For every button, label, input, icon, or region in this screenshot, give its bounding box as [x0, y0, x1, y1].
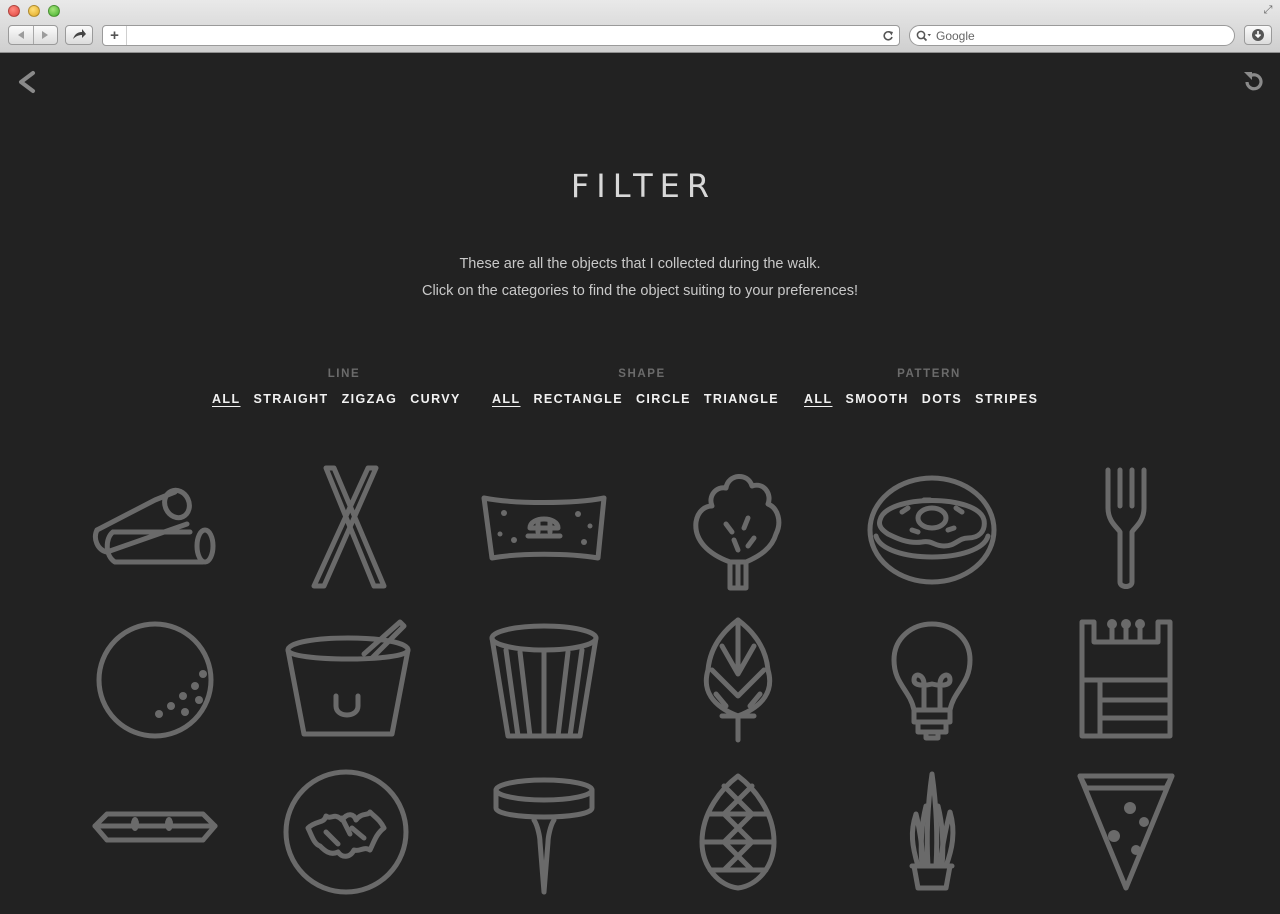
matchbox-icon [1079, 619, 1173, 739]
pushpin-icon [493, 777, 595, 895]
reset-icon[interactable] [1241, 70, 1265, 94]
filter-shape-all[interactable]: ALL [492, 392, 521, 406]
filter-line-straight[interactable]: STRAIGHT [254, 392, 329, 406]
filter-line-all[interactable]: ALL [212, 392, 241, 406]
object-pizza-slice[interactable] [1056, 762, 1196, 902]
ball-icon [96, 621, 214, 739]
donut-icon [867, 475, 997, 585]
back-arrow-icon[interactable] [16, 70, 38, 94]
filter-pattern-all[interactable]: ALL [804, 392, 833, 406]
filter-label-shape: SHAPE [618, 368, 666, 380]
object-ball[interactable] [85, 610, 225, 750]
filter-options-shape: ALL RECTANGLE CIRCLE TRIANGLE [492, 392, 779, 406]
page-content: FILTER These are all the objects that I … [0, 54, 1280, 914]
url-input[interactable] [127, 26, 877, 45]
candy-bar-icon [92, 811, 218, 843]
object-plant[interactable] [862, 762, 1002, 902]
browser-back-button[interactable] [9, 26, 33, 44]
filter-shape-rectangle[interactable]: RECTANGLE [534, 392, 623, 406]
object-pinecone[interactable] [668, 762, 808, 902]
object-candy-bar[interactable] [85, 762, 225, 902]
lightbulb-icon [891, 621, 973, 741]
address-bar: + [102, 25, 900, 46]
object-donut[interactable] [862, 458, 1002, 598]
banknote-icon [481, 495, 607, 561]
object-pipes[interactable] [85, 458, 225, 598]
share-button[interactable] [65, 25, 93, 45]
object-fork[interactable] [1056, 458, 1196, 598]
plant-icon [909, 771, 956, 891]
browser-forward-button[interactable] [32, 26, 58, 44]
object-cup[interactable] [276, 610, 416, 750]
pizza-slice-icon [1077, 773, 1175, 891]
filter-label-pattern: PATTERN [897, 368, 961, 380]
pinecone-icon [699, 773, 777, 891]
minimize-window-button[interactable] [28, 5, 40, 17]
object-matchbox[interactable] [1056, 610, 1196, 750]
page-title: FILTER [570, 167, 717, 205]
object-chopsticks[interactable] [276, 458, 416, 598]
filter-pattern-smooth[interactable]: SMOOTH [846, 392, 909, 406]
browser-toolbar: ⤢ + [0, 0, 1280, 53]
object-leaf-badge[interactable] [276, 762, 416, 902]
filter-shape-circle[interactable]: CIRCLE [636, 392, 691, 406]
close-window-button[interactable] [8, 5, 20, 17]
downloads-button[interactable] [1244, 25, 1272, 45]
hop-icon [703, 617, 773, 743]
intro-text-line-1: These are all the objects that I collect… [459, 256, 821, 272]
object-banknote[interactable] [474, 458, 614, 598]
filter-pattern-stripes[interactable]: STRIPES [975, 392, 1038, 406]
search-input[interactable] [932, 28, 1234, 43]
chopsticks-icon [311, 465, 387, 589]
bin-icon [489, 623, 599, 739]
reload-icon [883, 30, 893, 41]
history-nav [8, 25, 58, 45]
download-icon [1252, 29, 1264, 41]
object-broccoli[interactable] [668, 458, 808, 598]
filter-shape-triangle[interactable]: TRIANGLE [704, 392, 779, 406]
intro-text-line-2: Click on the categories to find the obje… [421, 283, 859, 299]
filter-options-pattern: ALL SMOOTH DOTS STRIPES [804, 392, 1038, 406]
search-bar [909, 25, 1235, 46]
leaf-badge-icon [283, 769, 409, 895]
cup-icon [285, 619, 411, 737]
object-hop[interactable] [668, 610, 808, 750]
filter-pattern-dots[interactable]: DOTS [922, 392, 962, 406]
object-pushpin[interactable] [474, 762, 614, 902]
share-icon [73, 29, 86, 39]
object-bin[interactable] [474, 610, 614, 750]
fullscreen-icon[interactable]: ⤢ [1262, 4, 1274, 16]
object-lightbulb[interactable] [862, 610, 1002, 750]
new-tab-button[interactable]: + [103, 26, 127, 45]
pipes-icon [92, 487, 216, 565]
filter-line-curvy[interactable]: CURVY [410, 392, 461, 406]
filter-label-line: LINE [327, 368, 361, 380]
arrow-right-icon [42, 31, 49, 39]
reload-button[interactable] [877, 26, 899, 45]
fork-icon [1105, 467, 1147, 589]
search-icon [916, 30, 931, 41]
filter-line-zigzag[interactable]: ZIGZAG [342, 392, 398, 406]
broccoli-icon [693, 474, 782, 591]
zoom-window-button[interactable] [48, 5, 60, 17]
filter-options-line: ALL STRAIGHT ZIGZAG CURVY [212, 392, 461, 406]
arrow-left-icon [17, 31, 24, 39]
